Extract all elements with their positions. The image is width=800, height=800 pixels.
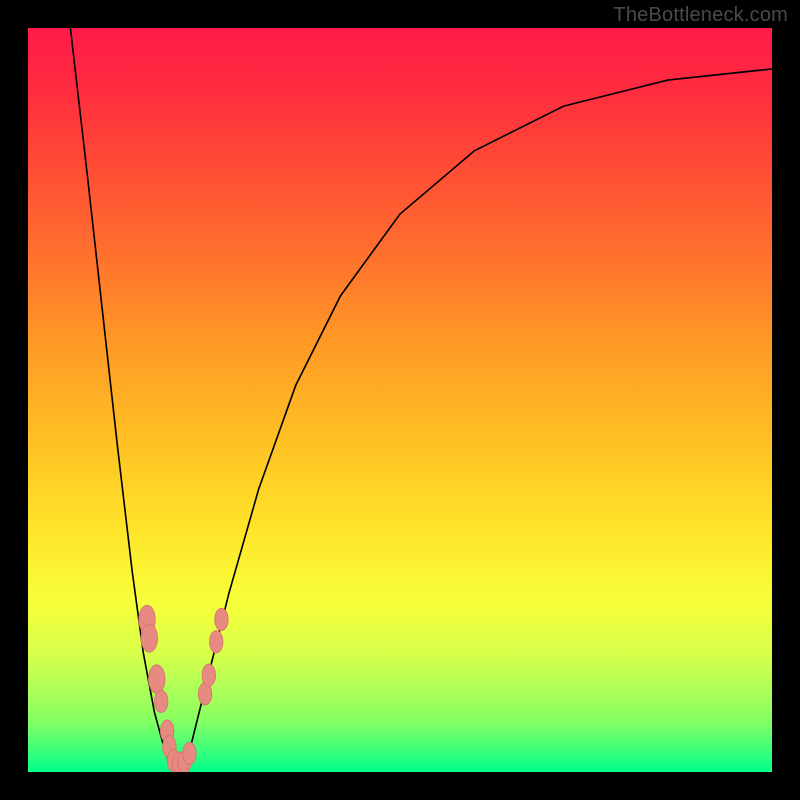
marker-group <box>139 605 228 772</box>
plot-area <box>28 28 772 772</box>
data-marker <box>215 608 228 630</box>
data-marker <box>202 664 215 686</box>
curve-group <box>70 28 772 768</box>
data-marker <box>149 665 165 693</box>
attribution-text: TheBottleneck.com <box>613 4 788 27</box>
chart-frame: TheBottleneck.com <box>0 0 800 800</box>
data-marker <box>141 624 157 652</box>
data-marker <box>154 690 167 712</box>
data-marker <box>183 742 196 764</box>
chart-svg <box>28 28 772 772</box>
data-marker <box>210 631 223 653</box>
curve-right-branch <box>180 69 772 768</box>
curve-left-branch <box>70 28 171 768</box>
